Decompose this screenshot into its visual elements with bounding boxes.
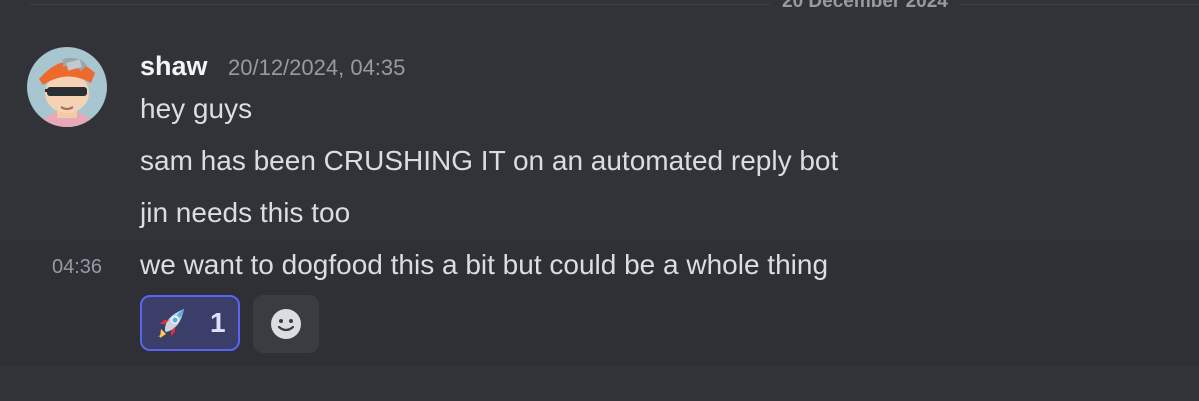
date-divider-label: 20 December 2024 [770,0,960,12]
date-divider: 20 December 2024 [30,0,1199,12]
message-author[interactable]: shaw [140,51,208,81]
message-line: jin needs this too [140,197,351,228]
add-reaction-button[interactable] [253,295,319,353]
message-timestamp: 20/12/2024, 04:35 [228,55,406,80]
reaction-rocket[interactable]: 1 [140,295,240,351]
divider-line [30,4,1199,5]
followup-message: we want to dogfood this a bit but could … [140,249,829,280]
followup-timestamp: 04:36 [52,256,103,278]
smiley-face-icon [271,309,301,339]
message-line: hey guys [140,93,253,124]
reaction-count: 1 [210,307,226,338]
rocket-icon [158,309,184,338]
avatar[interactable] [27,47,107,127]
chat-panel: 20 December 2024 shaw 20/12/2024, 04:35 … [0,0,1199,401]
message-line: sam has been CRUSHING IT on an automated… [140,145,839,176]
